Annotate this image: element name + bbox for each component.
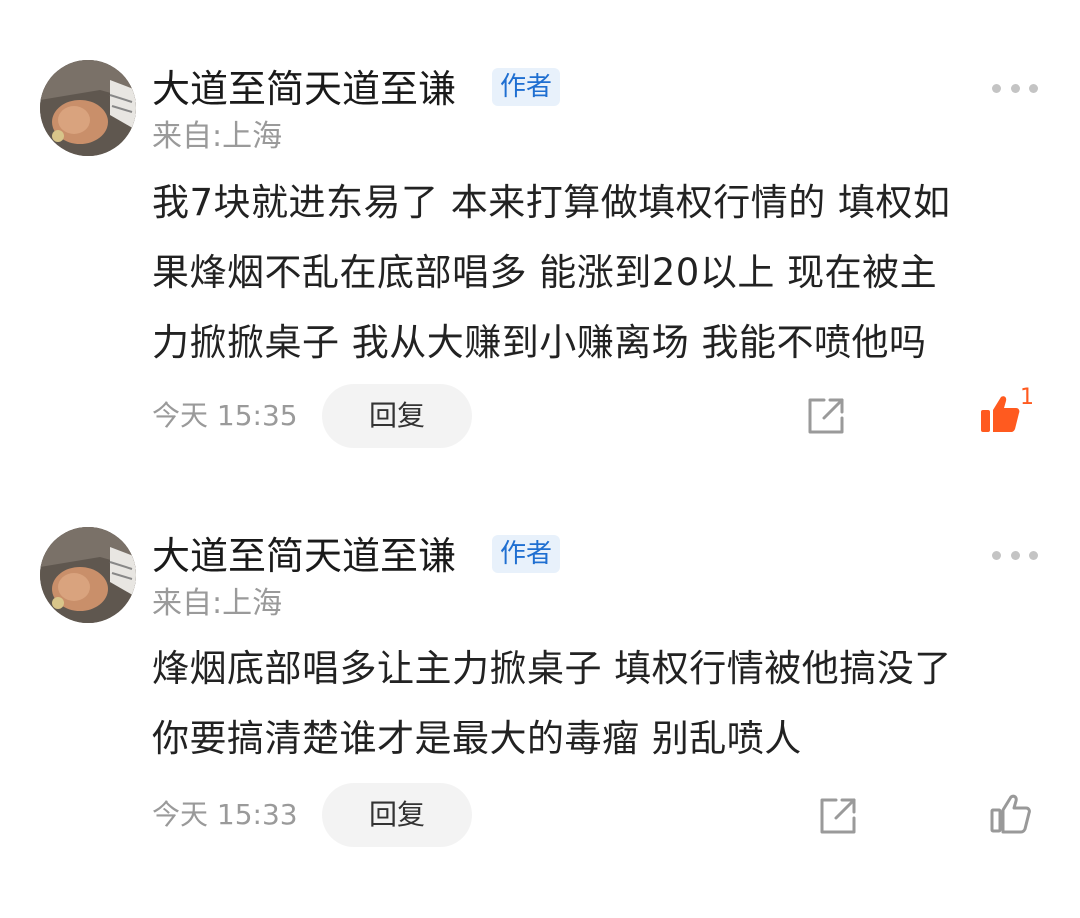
thumbs-up-icon[interactable] [988,792,1032,836]
more-dot [992,550,1001,560]
more-dot [1029,550,1038,560]
author-badge: 作者 [492,535,561,573]
more-dot [1010,550,1020,560]
location-label: 来自:上海 [152,586,283,621]
timestamp: 今天 15:35 [152,399,298,432]
comment-text: 我7块就进东易了 本来打算做填权行情的 填权如 果烽烟不乱在底部唱多 能涨到20… [152,181,951,364]
avatar[interactable] [40,60,136,156]
author-badge: 作者 [492,68,561,106]
thumbs-up-icon[interactable] [978,392,1022,436]
username[interactable]: 大道至简天道至谦 [152,533,456,579]
more-dot [1029,83,1038,93]
share-external-icon[interactable] [804,394,848,438]
timestamp: 今天 15:33 [152,798,298,831]
more-dots-icon[interactable] [992,78,1038,98]
more-dot [1010,83,1020,93]
like-count: 1 [1020,385,1034,410]
share-external-icon[interactable] [816,794,860,838]
avatar[interactable] [40,527,136,623]
more-dot [992,83,1001,93]
username[interactable]: 大道至简天道至谦 [152,66,456,112]
comment-text: 烽烟底部唱多让主力掀桌子 填权行情被他搞没了 你要搞清楚谁才是最大的毒瘤 别乱喷… [152,647,952,760]
more-dots-icon[interactable] [992,545,1038,565]
location-label: 来自:上海 [152,119,283,154]
reply-button[interactable]: 回复 [322,384,472,448]
reply-button[interactable]: 回复 [322,783,472,847]
